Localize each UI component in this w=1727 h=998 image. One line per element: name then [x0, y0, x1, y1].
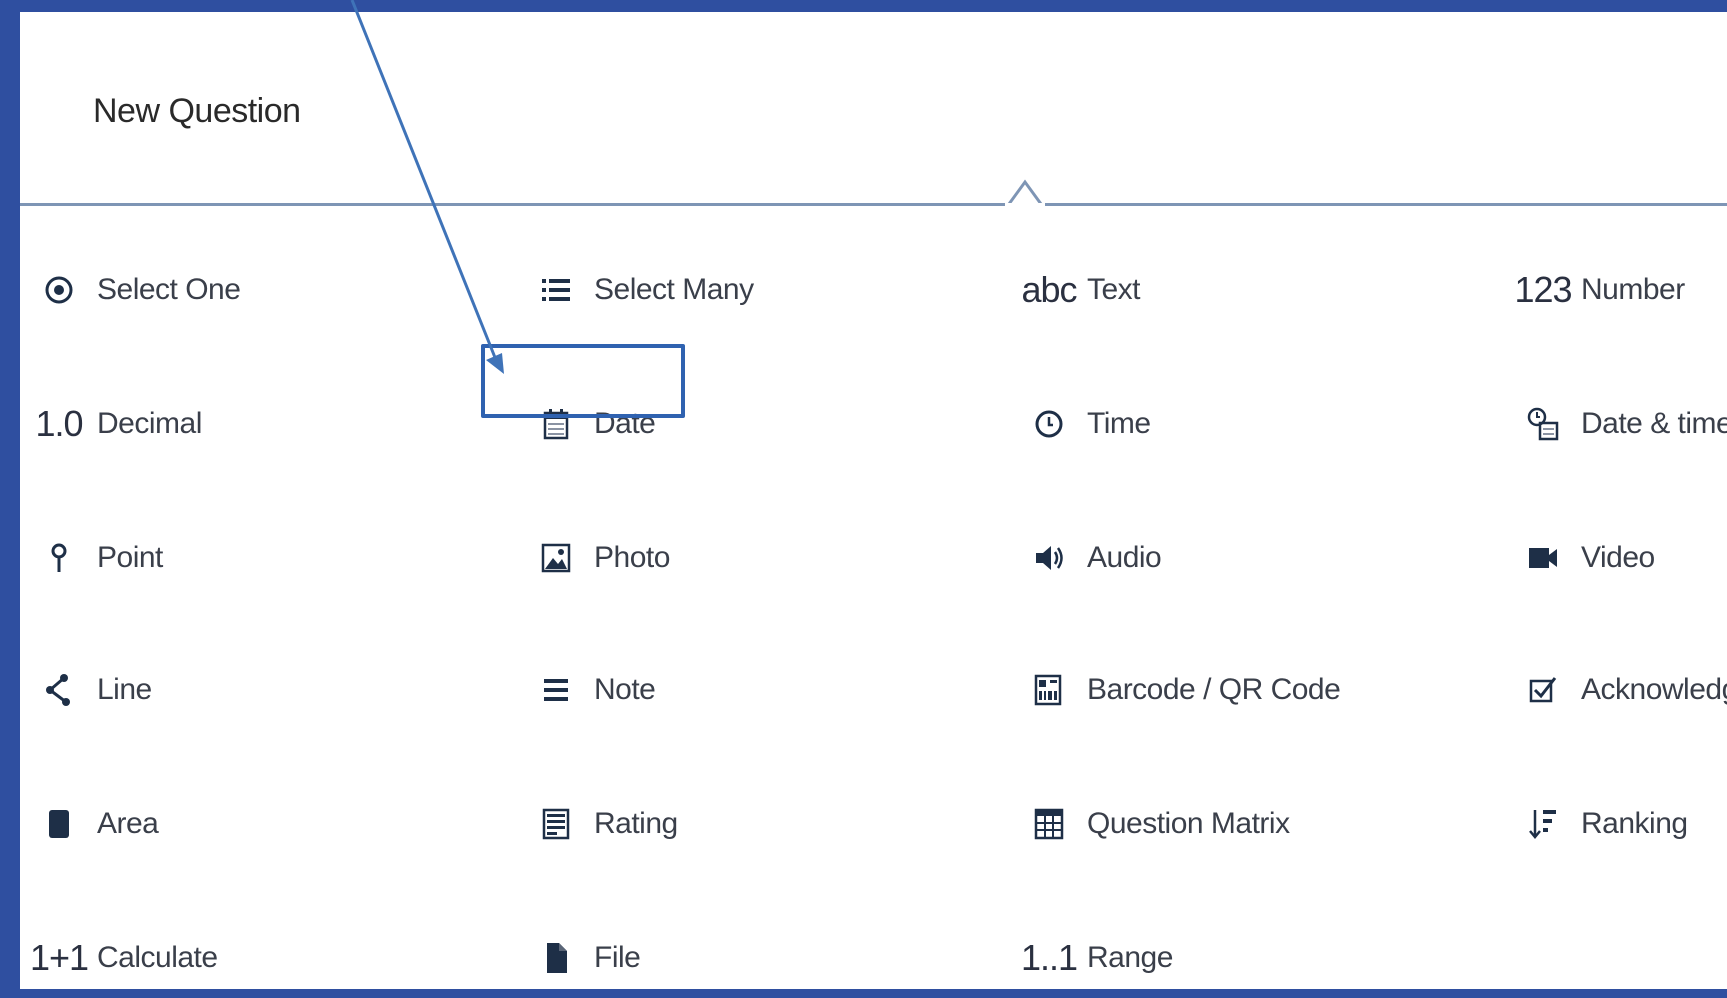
question-type-label: Acknowledge — [1581, 673, 1727, 706]
question-type-note[interactable]: Note — [530, 650, 656, 730]
question-type-label: Audio — [1087, 541, 1162, 574]
question-type-label: Ranking — [1581, 807, 1688, 840]
question-type-label: Barcode / QR Code — [1087, 673, 1341, 706]
range-icon: 1..1 — [1020, 937, 1078, 978]
question-type-label: Date & time — [1581, 407, 1727, 440]
calculate-icon: 1+1 — [29, 937, 89, 978]
question-type-range[interactable]: 1..1 Range — [1020, 918, 1173, 998]
question-type-ranking[interactable]: Ranking — [1517, 784, 1688, 864]
caret-up-icon — [1005, 179, 1045, 206]
question-type-number[interactable]: 123 Number — [1514, 250, 1685, 330]
note-lines-icon — [530, 664, 582, 716]
rating-icon — [530, 798, 582, 850]
question-type-label: Text — [1087, 273, 1141, 306]
ranking-icon — [1517, 798, 1569, 850]
question-type-label: Rating — [594, 807, 678, 840]
question-type-photo[interactable]: Photo — [530, 518, 670, 598]
number-icon: 123 — [1514, 269, 1572, 310]
question-type-label: Video — [1581, 541, 1655, 574]
abc-text-icon: abc — [1021, 269, 1077, 310]
question-type-question-matrix[interactable]: Question Matrix — [1023, 784, 1290, 864]
question-type-date-time[interactable]: Date & time — [1517, 384, 1727, 464]
question-type-acknowledge[interactable]: Acknowledge — [1517, 650, 1727, 730]
question-type-grid: Select One Select Many abc Text 123 Numb… — [20, 206, 1727, 989]
question-type-select-one[interactable]: Select One — [33, 250, 241, 330]
radio-target-icon — [33, 264, 85, 316]
question-type-label: Select Many — [594, 273, 754, 306]
speaker-icon — [1023, 532, 1075, 584]
question-type-decimal[interactable]: 1.0 Decimal — [33, 384, 202, 464]
clock-icon — [1023, 398, 1075, 450]
video-camera-icon — [1517, 532, 1569, 584]
question-type-label: Decimal — [97, 407, 202, 440]
question-type-label: File — [594, 941, 641, 974]
matrix-icon — [1023, 798, 1075, 850]
question-type-label: Note — [594, 673, 656, 706]
question-type-label: Calculate — [97, 941, 218, 974]
pin-icon — [33, 532, 85, 584]
question-type-file[interactable]: File — [530, 918, 641, 998]
question-type-label: Range — [1087, 941, 1173, 974]
question-type-calculate[interactable]: 1+1 Calculate — [29, 918, 218, 998]
dialog-title: New Question — [93, 92, 301, 130]
area-icon — [33, 798, 85, 850]
question-type-label: Photo — [594, 541, 670, 574]
question-type-select-many[interactable]: Select Many — [530, 250, 754, 330]
question-type-barcode[interactable]: Barcode / QR Code — [1023, 650, 1341, 730]
question-type-area[interactable]: Area — [33, 784, 159, 864]
question-type-video[interactable]: Video — [1517, 518, 1655, 598]
question-type-label: Question Matrix — [1087, 807, 1290, 840]
question-type-label: Number — [1581, 273, 1685, 306]
file-icon — [530, 932, 582, 984]
question-type-label: Select One — [97, 273, 241, 306]
question-type-line[interactable]: Line — [33, 650, 152, 730]
barcode-icon — [1023, 664, 1075, 716]
datetime-icon — [1517, 398, 1569, 450]
line-icon — [33, 664, 85, 716]
checklist-icon — [530, 264, 582, 316]
question-type-label: Line — [97, 673, 152, 706]
photo-icon — [530, 532, 582, 584]
question-type-text[interactable]: abc Text — [1021, 250, 1141, 330]
question-type-label: Time — [1087, 407, 1151, 440]
question-type-point[interactable]: Point — [33, 518, 163, 598]
question-type-label: Point — [97, 541, 163, 574]
question-type-time[interactable]: Time — [1023, 384, 1151, 464]
checkbox-icon — [1517, 664, 1569, 716]
decimal-icon: 1.0 — [35, 403, 83, 444]
date-highlight-box — [481, 344, 685, 418]
dialog-header: New Question — [20, 12, 1727, 204]
question-type-label: Area — [97, 807, 159, 840]
question-type-rating[interactable]: Rating — [530, 784, 678, 864]
new-question-dialog: New Question Select One Select Many abc … — [20, 12, 1727, 989]
question-type-audio[interactable]: Audio — [1023, 518, 1162, 598]
